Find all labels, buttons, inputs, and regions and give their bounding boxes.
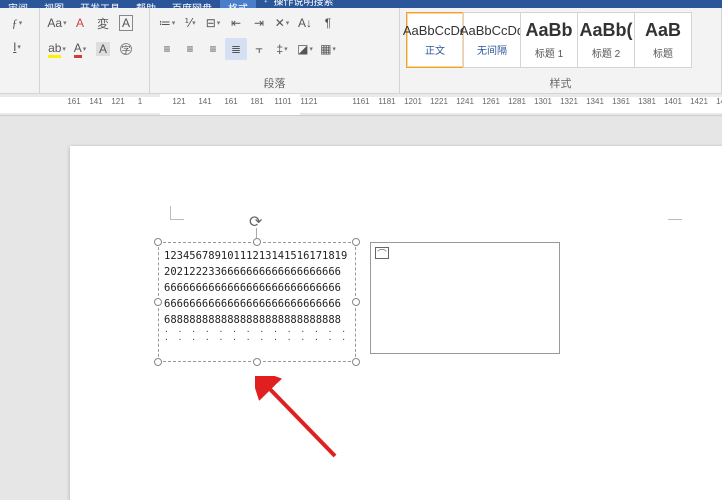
pilcrow-icon: ¶ [325,16,331,30]
change-case-button[interactable]: Aa▾ [46,12,68,34]
resize-handle[interactable] [352,238,360,246]
tab-devtools[interactable]: 开发工具 [72,0,128,8]
horizontal-ruler[interactable]: 1611411211121141161181110111211161118112… [0,94,722,116]
char-border-button[interactable]: A [115,12,137,34]
enclose-icon: 字 [120,43,132,55]
clipboard-group: ƒ▾ I▾ [0,8,40,93]
tellme-search[interactable]: ♀ 操作说明搜索 [262,0,334,8]
borders-icon: ▦ [320,42,331,56]
document-workspace: ⟳ 12345678910111213141516171819 20212223… [0,116,722,500]
char-shading-button[interactable]: A [92,38,114,60]
sort-button[interactable]: A↓ [294,12,316,34]
tab-format[interactable]: 格式 [220,0,256,8]
resize-handle[interactable] [352,298,360,306]
bold-icon: ƒ [12,16,18,31]
style-normal[interactable]: AaBbCcDd 正文 [406,12,464,68]
distribute-icon: ⫟ [255,42,262,57]
resize-handle[interactable] [154,298,162,306]
resize-handle[interactable] [154,358,162,366]
asian-layout-button[interactable]: ✕▾ [271,12,293,34]
align-left-icon: ≡ [163,42,170,56]
italic-icon: I [13,40,16,54]
bullets-icon: ≔ [159,16,171,30]
text-line: 6666666666666666666666666666 [164,296,350,312]
lightbulb-icon: ♀ [262,0,270,6]
indent-icon: ⇥ [254,16,264,30]
tab-review[interactable]: 审阅 [0,0,36,8]
tab-view[interactable]: 视图 [36,0,72,8]
justify-icon: ≣ [231,42,241,56]
resize-handle[interactable] [253,358,261,366]
align-center-icon: ≡ [186,42,193,56]
layout-options-icon[interactable]: ⌒ [375,247,389,259]
page[interactable]: ⟳ 12345678910111213141516171819 20212223… [70,146,722,500]
justify-button[interactable]: ≣ [225,38,247,60]
overflow-indicator: · · · · · · · · · · · · · · · · · · · · … [164,328,350,344]
shading-button[interactable]: ◪▾ [294,38,316,60]
align-right-icon: ≡ [209,42,216,56]
text-line: 12345678910111213141516171819 [164,248,350,264]
paragraph-group: ≔▾ ⅟▾ ⊟▾ ⇤ ⇥ ✕▾ A↓ ¶ ≡ ≡ ≡ ≣ ⫟ ‡▾ ◪▾ ▦▾ … [150,8,400,93]
bullets-button[interactable]: ≔▾ [156,12,178,34]
textbox-empty[interactable]: ⌒ [370,242,560,354]
style-heading2[interactable]: AaBb( 标题 2 [577,12,635,68]
numbering-icon: ⅟ [184,16,191,30]
borders-button[interactable]: ▦▾ [317,38,339,60]
font-group: Aa▾ A 変 A ab▾ A▾ A 字 [40,8,150,93]
grow-font-button[interactable]: A [69,12,91,34]
styles-gallery[interactable]: AaBbCcDd 正文 AaBbCcDd 无间隔 AaBb 标题 1 AaBb(… [406,12,715,68]
asian-icon: ✕ [275,16,285,30]
highlight-button[interactable]: ab▾ [46,38,68,60]
styles-group: AaBbCcDd 正文 AaBbCcDd 无间隔 AaBb 标题 1 AaBb(… [400,8,722,93]
paragraph-group-label: 段落 [264,73,286,91]
line-spacing-icon: ‡ [276,42,283,56]
numbering-button[interactable]: ⅟▾ [179,12,201,34]
ribbon: ƒ▾ I▾ Aa▾ A 変 A ab▾ A▾ A 字 ≔▾ ⅟▾ [0,8,722,94]
cut-button[interactable]: I▾ [6,36,28,58]
style-nospacing[interactable]: AaBbCcDd 无间隔 [463,12,521,68]
tab-help[interactable]: 帮助 [128,0,164,8]
resize-handle[interactable] [154,238,162,246]
enclose-button[interactable]: 字 [115,38,137,60]
resize-handle[interactable] [253,238,261,246]
font-color-icon: A [74,41,82,58]
margin-corner-icon [170,206,184,220]
annotation-arrow-icon [255,376,345,466]
resize-handle[interactable] [352,358,360,366]
margin-corner-icon [668,206,682,220]
multilevel-icon: ⊟ [206,16,216,30]
line-spacing-button[interactable]: ‡▾ [271,38,293,60]
phonetic-button[interactable]: 変 [92,12,114,34]
styles-group-label: 样式 [550,73,572,91]
bucket-icon: ◪ [297,42,308,56]
align-left-button[interactable]: ≡ [156,38,178,60]
grow-font-icon: A [76,16,84,30]
rotate-handle[interactable]: ⟳ [249,212,265,228]
text-line: 6666666666666666666666666666 [164,280,350,296]
align-center-button[interactable]: ≡ [179,38,201,60]
distribute-button[interactable]: ⫟ [248,38,270,60]
search-label: 操作说明搜索 [274,0,334,8]
text-line: 2021222336666666666666666666 [164,264,350,280]
textbox-content[interactable]: 12345678910111213141516171819 2021222336… [164,248,350,356]
font-color-button[interactable]: A▾ [69,38,91,60]
tab-baidu[interactable]: 百度网盘 [164,0,220,8]
decrease-indent-button[interactable]: ⇤ [225,12,247,34]
outdent-icon: ⇤ [231,16,241,30]
align-right-button[interactable]: ≡ [202,38,224,60]
show-marks-button[interactable]: ¶ [317,12,339,34]
increase-indent-button[interactable]: ⇥ [248,12,270,34]
style-heading1[interactable]: AaBb 标题 1 [520,12,578,68]
text-line: 6888888888888888888888888888 [164,312,350,328]
paste-button[interactable]: ƒ▾ [6,12,28,34]
style-title[interactable]: AaB 标题 [634,12,692,68]
highlight-icon: ab [48,41,61,58]
textbox-selected[interactable]: ⟳ 12345678910111213141516171819 20212223… [158,242,356,362]
sort-icon: A↓ [298,16,312,30]
tab-strip: 审阅 视图 开发工具 帮助 百度网盘 格式 ♀ 操作说明搜索 [0,0,722,8]
multilevel-button[interactable]: ⊟▾ [202,12,224,34]
